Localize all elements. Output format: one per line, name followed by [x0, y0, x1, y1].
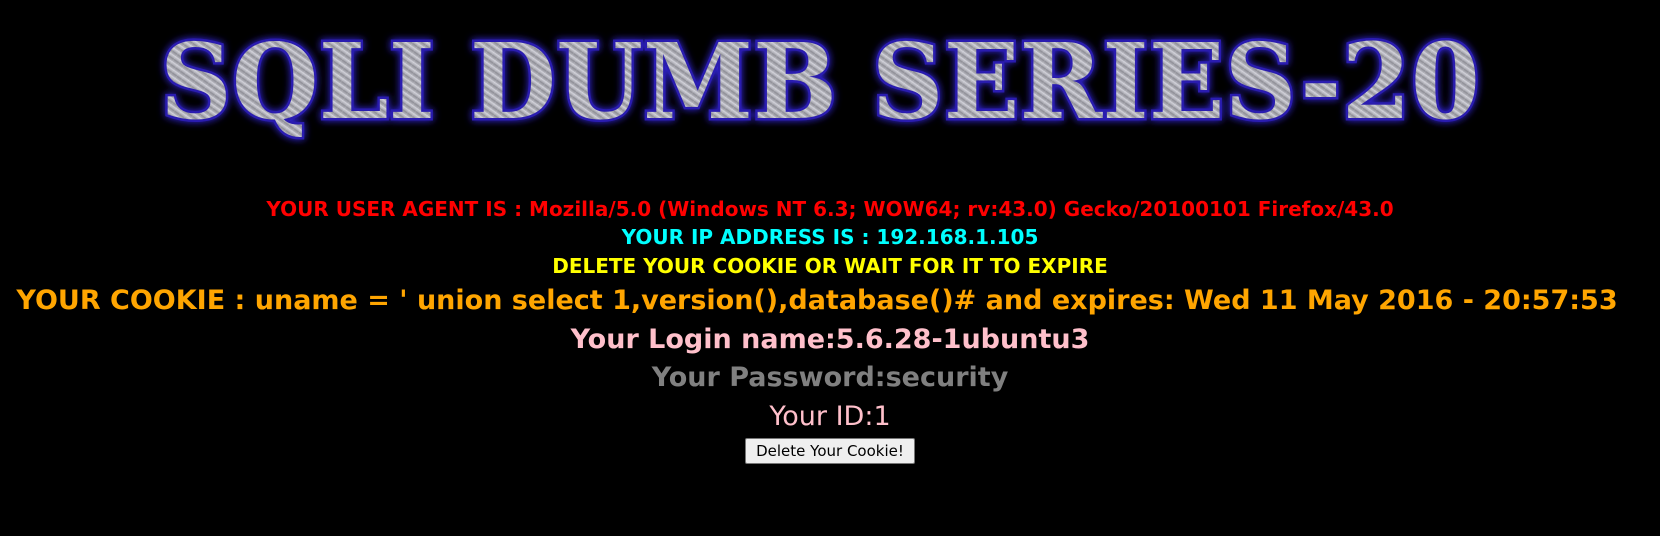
cookie-text: YOUR COOKIE : uname = ' union select 1,v…: [16, 285, 1618, 316]
delete-cookie-button[interactable]: Delete Your Cookie!: [745, 438, 915, 464]
delete-cookie-notice: DELETE YOUR COOKIE OR WAIT FOR IT TO EXP…: [552, 254, 1108, 278]
ip-address-text: YOUR IP ADDRESS IS : 192.168.1.105: [621, 225, 1039, 249]
info-section: YOUR USER AGENT IS : Mozilla/5.0 (Window…: [0, 195, 1660, 464]
id-text: Your ID:1: [769, 401, 891, 432]
user-agent-text: YOUR USER AGENT IS : Mozilla/5.0 (Window…: [266, 197, 1394, 221]
banner-text: SQLI DUMB SERIES-20: [160, 20, 1480, 143]
banner-svg: SQLI DUMB SERIES-20: [158, 18, 1483, 146]
delete-cookie-form: Delete Your Cookie!: [0, 438, 1660, 464]
page: SQLI DUMB SERIES-20 YOUR USER AGENT IS :…: [0, 0, 1660, 536]
password-text: Your Password:security: [651, 362, 1009, 393]
banner-image: SQLI DUMB SERIES-20: [100, 18, 1540, 148]
login-name-text: Your Login name:5.6.28-1ubuntu3: [570, 324, 1090, 355]
